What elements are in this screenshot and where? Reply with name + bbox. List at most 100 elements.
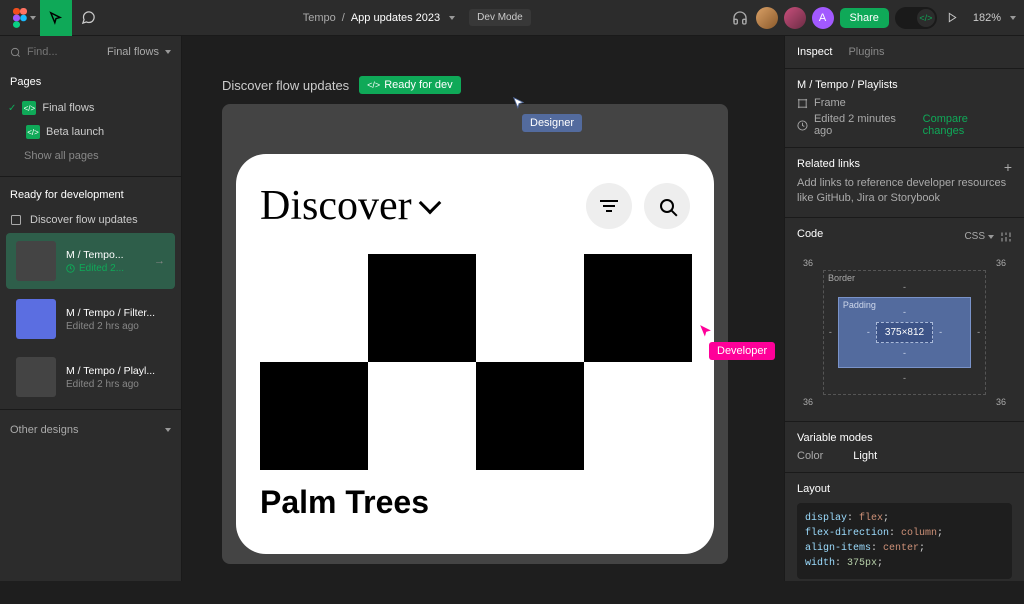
zoom-level[interactable]: 182% <box>973 12 1001 24</box>
thumb-sub: Edited 2 hrs ago <box>66 321 155 332</box>
thumb-title: M / Tempo / Playl... <box>66 365 155 377</box>
bm-margin-value: 36 <box>803 397 813 407</box>
ready-item-discover[interactable]: Discover flow updates <box>0 209 181 231</box>
section-icon <box>10 214 22 226</box>
move-tool-button[interactable] <box>40 0 72 36</box>
check-icon: ✓ <box>8 103 16 114</box>
compare-changes-link[interactable]: Compare changes <box>923 113 1012 137</box>
bm-margin-value: 36 <box>996 258 1006 268</box>
var-color-label: Color <box>797 450 823 462</box>
related-header: Related links <box>797 158 860 170</box>
topbar-right: A Share </> 182% <box>730 7 1017 29</box>
search-icon <box>660 199 674 213</box>
topbar-center: Tempo / App updates 2023 Dev Mode <box>104 9 730 26</box>
page-label: Beta launch <box>46 126 104 138</box>
pages-header: Pages <box>0 68 181 96</box>
play-icon[interactable] <box>943 8 963 28</box>
bm-border-label: Border <box>828 273 855 283</box>
project-name[interactable]: Tempo <box>303 12 336 24</box>
settings-icon[interactable] <box>1000 231 1012 243</box>
search-icon <box>10 47 21 58</box>
code-icon: </> <box>367 80 380 90</box>
other-designs-row[interactable]: Other designs <box>0 414 181 446</box>
topbar: Tempo / App updates 2023 Dev Mode A Shar… <box>0 0 1024 36</box>
share-button[interactable]: Share <box>840 8 889 28</box>
edited-label: Edited 2 minutes ago <box>814 113 917 137</box>
chevron-down-icon <box>165 428 171 432</box>
final-flows-dropdown[interactable]: Final flows <box>107 46 171 58</box>
avatar-user-2[interactable] <box>784 7 806 29</box>
thumbnail <box>16 299 56 339</box>
thumb-title: M / Tempo / Filter... <box>66 307 155 319</box>
find-input[interactable] <box>27 46 87 58</box>
right-panel: Inspect Plugins M / Tempo / Playlists Fr… <box>784 36 1024 581</box>
variable-modes-section: Variable modes Color Light <box>785 422 1024 473</box>
dev-badge-icon: </> <box>22 101 36 115</box>
frame-icon <box>797 98 808 109</box>
artboard[interactable]: Discover Palm Trees <box>222 104 728 564</box>
other-designs-label: Other designs <box>10 424 78 436</box>
file-dropdown-icon[interactable] <box>449 16 455 20</box>
filter-icon <box>600 200 618 212</box>
chevron-down-icon <box>418 192 441 215</box>
ready-for-dev-pill[interactable]: </> Ready for dev <box>359 76 461 94</box>
selection-breadcrumb[interactable]: M / Tempo / Playlists <box>797 79 1012 91</box>
avatar-user-1[interactable] <box>756 7 778 29</box>
device-frame: Discover Palm Trees <box>236 154 714 554</box>
thumbnail <box>16 241 56 281</box>
thumb-item-3[interactable]: M / Tempo / Playl... Edited 2 hrs ago <box>6 349 175 405</box>
layout-header: Layout <box>797 483 1012 495</box>
frame-label[interactable]: Discover flow updates <box>222 78 349 93</box>
ready-pill-label: Ready for dev <box>384 79 452 91</box>
topbar-left <box>8 0 104 36</box>
frame-type: Frame <box>814 97 846 109</box>
code-icon: </> <box>917 9 935 27</box>
thumb-item-2[interactable]: M / Tempo / Filter... Edited 2 hrs ago <box>6 291 175 347</box>
thumb-sub: Edited 2 hrs ago <box>66 379 155 390</box>
thumb-item-1[interactable]: M / Tempo... Edited 2... → <box>6 233 175 289</box>
palm-trees-title: Palm Trees <box>260 484 690 521</box>
box-model[interactable]: 36 36 36 36 Border - - Padding - - 375×8… <box>803 258 1006 407</box>
ready-label: Discover flow updates <box>30 214 138 226</box>
figma-menu-button[interactable] <box>8 0 40 36</box>
tab-plugins[interactable]: Plugins <box>848 46 884 58</box>
clock-icon <box>66 264 75 273</box>
var-light-value[interactable]: Light <box>853 450 877 462</box>
layout-section: Layout display: flex; flex-direction: co… <box>785 473 1024 581</box>
dev-mode-toggle[interactable]: </> <box>895 7 937 29</box>
thumb-title: M / Tempo... <box>66 249 124 261</box>
right-tabs: Inspect Plugins <box>785 36 1024 69</box>
arrow-right-icon: → <box>154 255 165 267</box>
related-desc: Add links to reference developer resourc… <box>797 176 1012 207</box>
dev-mode-pill[interactable]: Dev Mode <box>469 9 531 26</box>
comment-tool-button[interactable] <box>72 0 104 36</box>
left-panel: Final flows Pages ✓ </> Final flows </> … <box>0 36 182 581</box>
find-row: Final flows <box>0 36 181 68</box>
related-links-section: Related links + Add links to reference d… <box>785 148 1024 218</box>
avatar-self[interactable]: A <box>812 7 834 29</box>
css-dropdown[interactable]: CSS <box>964 231 994 242</box>
file-name[interactable]: App updates 2023 <box>351 12 440 24</box>
device-title: Discover <box>260 182 574 230</box>
selection-section: M / Tempo / Playlists Frame Edited 2 min… <box>785 69 1024 148</box>
code-header: Code <box>797 228 823 240</box>
headphones-icon[interactable] <box>730 8 750 28</box>
add-link-button[interactable]: + <box>1004 159 1012 175</box>
clock-icon <box>797 120 808 131</box>
thumb-sub: Edited 2... <box>66 263 124 274</box>
bm-margin-value: 36 <box>996 397 1006 407</box>
bm-padding-label: Padding <box>843 300 876 310</box>
search-button <box>644 183 690 229</box>
ready-header: Ready for development <box>0 181 181 209</box>
chevron-down-icon <box>165 50 171 54</box>
show-all-pages[interactable]: Show all pages <box>0 144 181 172</box>
zoom-dropdown-icon[interactable] <box>1010 16 1016 20</box>
tab-inspect[interactable]: Inspect <box>797 46 832 58</box>
canvas[interactable]: Discover flow updates </> Ready for dev … <box>182 36 784 581</box>
dev-badge-icon: </> <box>26 125 40 139</box>
css-code[interactable]: display: flex; flex-direction: column; a… <box>797 503 1012 579</box>
frame-label-row: Discover flow updates </> Ready for dev <box>222 76 744 94</box>
page-item-beta-launch[interactable]: </> Beta launch <box>0 120 181 144</box>
final-flows-label: Final flows <box>107 46 159 58</box>
page-item-final-flows[interactable]: ✓ </> Final flows <box>0 96 181 120</box>
